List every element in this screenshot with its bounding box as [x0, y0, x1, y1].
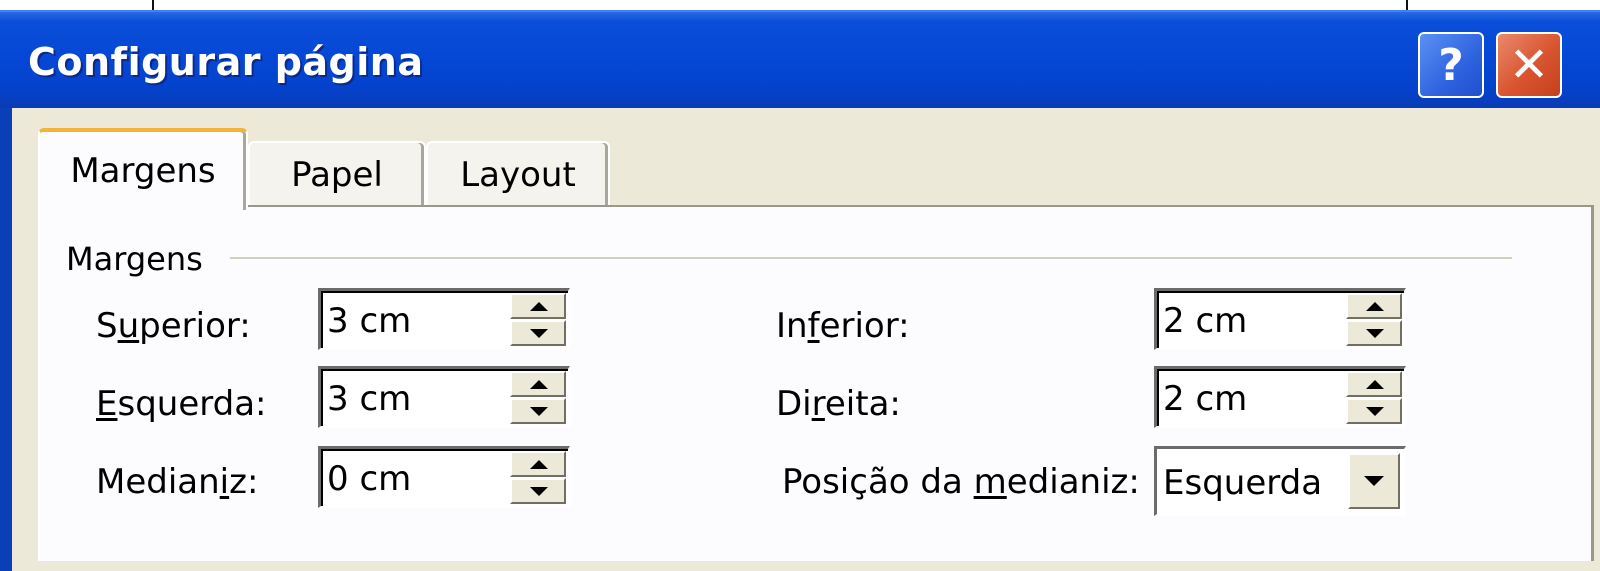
- medianiz-value[interactable]: 0 cm: [327, 459, 411, 499]
- esquerda-spinner[interactable]: [510, 371, 566, 425]
- group-label-margens: Margens: [66, 240, 209, 278]
- superior-value[interactable]: 3 cm: [327, 301, 411, 341]
- help-icon: ?: [1438, 39, 1464, 91]
- superior-field[interactable]: 3 cm: [318, 288, 570, 350]
- dialog-title: Configurar página: [28, 40, 424, 84]
- triangle-up-icon: [530, 302, 548, 311]
- tab-margens[interactable]: Margens: [38, 128, 248, 210]
- posicao-medianiz-label: Posição da medianiz:: [782, 462, 1140, 502]
- esquerda-increment-button[interactable]: [510, 371, 566, 397]
- inferior-spinner[interactable]: [1346, 293, 1402, 347]
- direita-field[interactable]: 2 cm: [1154, 366, 1406, 428]
- title-bar[interactable]: Configurar página ? ✕: [0, 10, 1600, 108]
- medianiz-increment-button[interactable]: [510, 451, 566, 477]
- help-button[interactable]: ?: [1418, 32, 1484, 98]
- posicao-medianiz-value[interactable]: Esquerda: [1163, 463, 1322, 503]
- esquerda-label: Esquerda:: [96, 384, 267, 424]
- triangle-down-icon: [530, 487, 548, 496]
- inferior-field[interactable]: 2 cm: [1154, 288, 1406, 350]
- superior-spinner[interactable]: [510, 293, 566, 347]
- direita-increment-button[interactable]: [1346, 371, 1402, 397]
- chevron-down-icon: [1364, 476, 1384, 486]
- triangle-down-icon: [1366, 407, 1384, 416]
- superior-decrement-button[interactable]: [510, 320, 566, 346]
- triangle-up-icon: [530, 380, 548, 389]
- triangle-down-icon: [530, 329, 548, 338]
- medianiz-spinner[interactable]: [510, 451, 566, 505]
- inferior-value[interactable]: 2 cm: [1163, 301, 1247, 341]
- inferior-decrement-button[interactable]: [1346, 320, 1402, 346]
- triangle-down-icon: [1366, 329, 1384, 338]
- direita-spinner[interactable]: [1346, 371, 1402, 425]
- window-border: [0, 108, 12, 571]
- group-divider: [230, 257, 1512, 259]
- close-button[interactable]: ✕: [1496, 32, 1562, 98]
- superior-label: Superior:: [96, 306, 251, 346]
- triangle-up-icon: [1366, 302, 1384, 311]
- triangle-up-icon: [1366, 380, 1384, 389]
- esquerda-field[interactable]: 3 cm: [318, 366, 570, 428]
- medianiz-decrement-button[interactable]: [510, 478, 566, 504]
- tab-papel[interactable]: Papel: [248, 141, 426, 207]
- superior-increment-button[interactable]: [510, 293, 566, 319]
- medianiz-label: Medianiz:: [96, 462, 259, 502]
- esquerda-value[interactable]: 3 cm: [327, 379, 411, 419]
- direita-decrement-button[interactable]: [1346, 398, 1402, 424]
- posicao-medianiz-dropdown-button[interactable]: [1348, 453, 1400, 509]
- triangle-down-icon: [530, 407, 548, 416]
- triangle-up-icon: [530, 460, 548, 469]
- posicao-medianiz-select[interactable]: Esquerda: [1154, 446, 1406, 516]
- inferior-label: Inferior:: [776, 306, 910, 346]
- direita-value[interactable]: 2 cm: [1163, 379, 1247, 419]
- esquerda-decrement-button[interactable]: [510, 398, 566, 424]
- close-icon: ✕: [1508, 37, 1550, 93]
- direita-label: Direita:: [776, 384, 901, 424]
- medianiz-field[interactable]: 0 cm: [318, 446, 570, 508]
- inferior-increment-button[interactable]: [1346, 293, 1402, 319]
- tab-layout[interactable]: Layout: [426, 141, 610, 207]
